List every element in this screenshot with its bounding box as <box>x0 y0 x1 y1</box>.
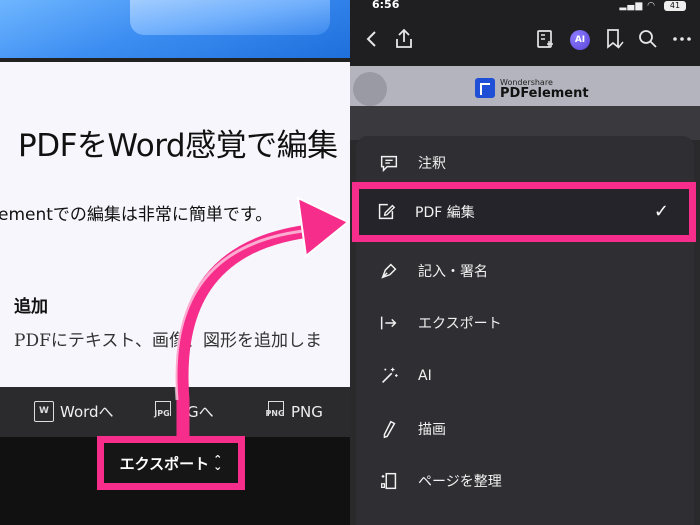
pen-nib-icon <box>381 263 397 279</box>
pdfelement-logo-icon <box>475 78 495 98</box>
status-bar: 6:56 ▂▄▆ ◠ 41 <box>350 0 700 14</box>
export-label: エクスポート <box>119 454 210 473</box>
magic-wand-icon <box>381 367 398 384</box>
menu-item-annotate[interactable]: 注釈 <box>378 148 446 178</box>
edit-icon <box>378 203 396 220</box>
organize-pages-icon <box>381 472 397 490</box>
search-icon[interactable] <box>636 27 660 51</box>
document-preview: Wondershare PDFelement <box>350 66 700 106</box>
export-arrow-icon <box>380 316 397 330</box>
doc-line: ementでの編集は非常に簡単です。 <box>0 205 273 225</box>
battery-icon: 41 <box>664 1 686 11</box>
cloud-upload-icon[interactable] <box>353 72 387 106</box>
doc-heading: 追加 <box>14 297 48 317</box>
left-panel: PDFをWord感覚で編集 ementでの編集は非常に簡単です。 追加 PDFに… <box>0 0 350 525</box>
menu-item-fill-sign[interactable]: 記入・署名 <box>378 256 488 286</box>
more-icon[interactable] <box>670 27 694 51</box>
export-mode-selector[interactable]: エクスポート ⌃ ⌄ <box>97 436 245 490</box>
menu-item-draw[interactable]: 描画 <box>378 414 446 444</box>
menu-item-organize[interactable]: ページを整理 <box>378 466 502 496</box>
status-time: 6:56 <box>372 0 400 11</box>
convert-toolbar: W Wordへ JPG PGへ PNG PNG <box>0 387 350 437</box>
word-icon: W <box>34 401 54 422</box>
signal-wifi-icon: ▂▄▆ ◠ <box>619 1 656 11</box>
pencil-icon <box>383 420 396 439</box>
doc-title: PDFをWord感覚で編集 <box>18 128 338 164</box>
png-icon: PNG <box>265 401 285 422</box>
nav-bar: AI <box>350 14 700 66</box>
menu-item-pdf-edit[interactable]: PDF 編集 ✓ <box>352 182 696 242</box>
right-panel: 6:56 ▂▄▆ ◠ 41 AI Wondershare PDFelement … <box>350 0 700 525</box>
document-page: PDFをWord感覚で編集 ementでの編集は非常に簡単です。 追加 PDFに… <box>0 62 350 387</box>
selected-check-icon: ✓ <box>653 201 669 222</box>
brand-big: PDFelement <box>500 86 589 101</box>
menu-item-ai[interactable]: AI <box>378 361 432 391</box>
convert-to-jpg-button[interactable]: JPG PGへ <box>152 401 214 422</box>
doc-body: PDFにテキスト、画像、図形を追加しま <box>14 331 323 351</box>
menu-item-export[interactable]: エクスポート <box>378 308 502 338</box>
comment-icon <box>380 155 398 173</box>
ai-assistant-icon[interactable]: AI <box>570 30 590 50</box>
convert-to-png-button[interactable]: PNG PNG <box>265 401 323 422</box>
reader-mode-icon[interactable] <box>534 27 558 51</box>
chevron-updown-icon: ⌃ ⌄ <box>213 453 223 473</box>
back-icon[interactable] <box>360 27 384 51</box>
convert-to-word-button[interactable]: W Wordへ <box>34 401 114 422</box>
header-image <box>0 0 350 58</box>
share-icon[interactable] <box>392 27 416 51</box>
jpg-icon: JPG <box>152 401 172 422</box>
bookmark-icon[interactable] <box>602 27 626 51</box>
